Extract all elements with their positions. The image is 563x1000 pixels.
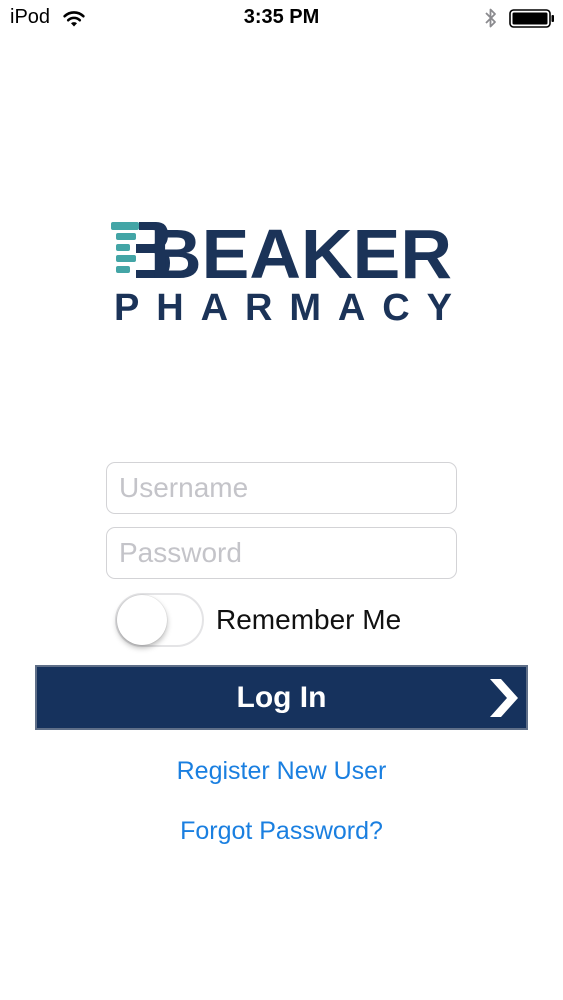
bluetooth-icon bbox=[485, 8, 496, 28]
battery-icon bbox=[509, 9, 554, 28]
chevron-right-icon bbox=[490, 679, 518, 717]
toggle-knob[interactable] bbox=[117, 595, 167, 645]
remember-me-toggle[interactable] bbox=[115, 593, 204, 647]
login-button-label: Log In bbox=[236, 680, 327, 714]
forgot-password-link[interactable]: Forgot Password? bbox=[0, 817, 563, 846]
username-input[interactable] bbox=[106, 462, 457, 514]
status-bar: iPod 3:35 PM bbox=[0, 0, 563, 38]
password-input[interactable] bbox=[106, 527, 457, 579]
register-new-user-link[interactable]: Register New User bbox=[0, 757, 563, 786]
status-time: 3:35 PM bbox=[243, 6, 320, 28]
remember-me-label: Remember Me bbox=[216, 604, 402, 635]
logo-wordmark-line1: BEAKER bbox=[150, 218, 452, 293]
logo-wordmark-line2: PHARMACY bbox=[114, 287, 452, 328]
login-button[interactable]: Log In bbox=[35, 665, 528, 730]
beaker-pharmacy-logo: BEAKER PHARMACY bbox=[111, 218, 452, 328]
